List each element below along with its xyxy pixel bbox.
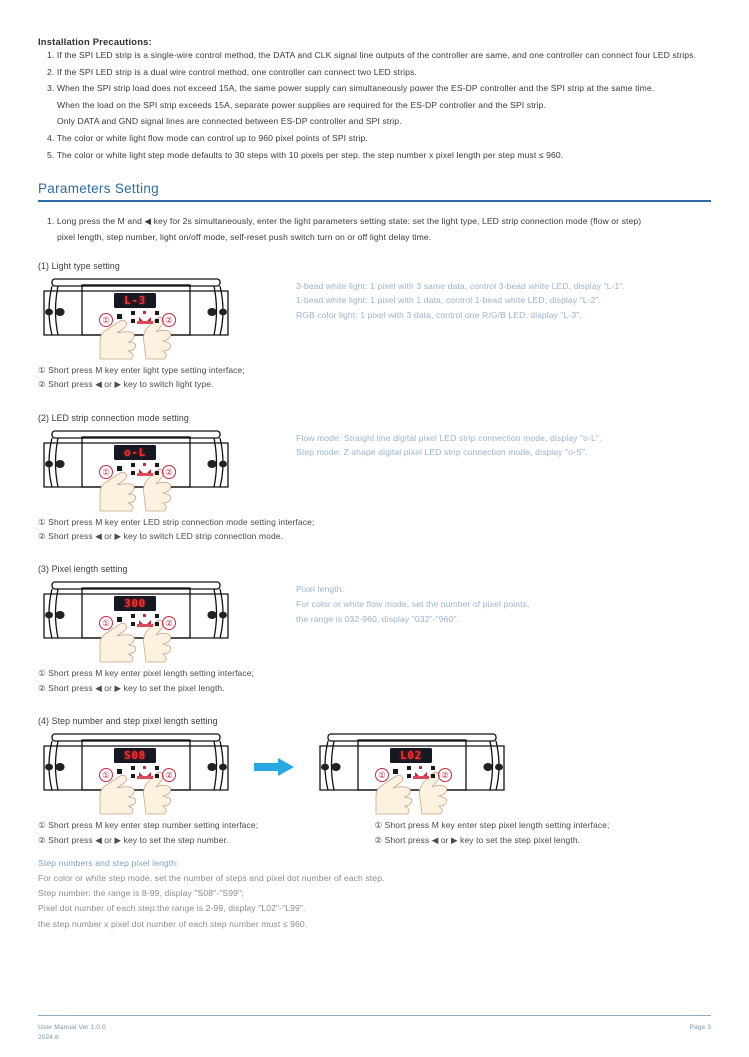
- led-display-2: o-L: [114, 444, 156, 460]
- subsection-2-heading: (2) LED strip connection mode setting: [38, 412, 189, 423]
- footer-version: User Manual Ver 1.0.0: [38, 1024, 106, 1031]
- m-key-button[interactable]: [117, 465, 122, 471]
- notes-line: Pixel dot number of each step:the range …: [38, 903, 306, 914]
- precautions-heading: Installation Precautions:: [38, 36, 152, 47]
- light-type-3bead: 3-bead white light: 1 pixel with 3 same …: [296, 280, 626, 291]
- transition-arrow-container: [234, 726, 314, 777]
- arrow-keys-pad[interactable]: [131, 310, 159, 327]
- flow-mode-desc: Flow mode: Straight line digital pixel L…: [296, 432, 602, 443]
- precautions-section: Installation Precautions: 1. If the SPI …: [38, 0, 711, 163]
- notes-title: Step numbers and step pixel length:: [38, 857, 179, 868]
- subsection-4-right-step-2: ② Short press ◀ or ▶ key to set the step…: [374, 834, 581, 845]
- section-divider: [38, 200, 711, 202]
- footer-page-number: Page 3: [689, 1024, 711, 1031]
- subsection-3-description: Pixel length: For color or white flow mo…: [234, 574, 529, 626]
- precaution-item: 4. The color or white light flow mode ca…: [47, 132, 368, 143]
- precaution-item: Only DATA and GND signal lines are conne…: [57, 116, 402, 127]
- pixel-length-line3: the range is 032-960, display "032"-"960…: [296, 613, 460, 624]
- precaution-item: 2. If the SPI LED strip is a dual wire c…: [47, 66, 417, 77]
- precaution-item: 1. If the SPI LED strip is a single-wire…: [47, 50, 697, 60]
- m-key-button[interactable]: [117, 313, 122, 319]
- precaution-item: 3. When the SPI strip load does not exce…: [47, 83, 655, 94]
- subsection-1-body: L-3 ① ② 3-bead white light: 1 pixel with…: [38, 271, 711, 363]
- marker-1: ①: [99, 312, 113, 327]
- subsection-3-heading: (3) Pixel length setting: [38, 564, 128, 575]
- led-display-1: L-3: [114, 292, 156, 308]
- pixel-length-line2: For color or white flow mode, set the nu…: [296, 598, 530, 609]
- subsection-3-step-2: ② Short press ◀ or ▶ key to set the pixe…: [38, 682, 225, 693]
- subsection-2-body: o-L ① ② Flow mode: Straight line digital…: [38, 423, 711, 515]
- footer-divider: [38, 1015, 711, 1016]
- pixel-length-title: Pixel length:: [296, 584, 345, 595]
- led-display-4-left: S08: [114, 748, 156, 764]
- m-key-button[interactable]: [117, 769, 122, 775]
- subsection-4-steps-right: ① Short press M key enter step pixel len…: [375, 818, 712, 847]
- notes-line: For color or white step mode, set the nu…: [38, 872, 385, 883]
- subsection-1-step-1: ① Short press M key enter light type set…: [38, 364, 245, 375]
- subsection-2-step-2: ② Short press ◀ or ▶ key to switch LED s…: [38, 530, 284, 541]
- precaution-item: 5. The color or white light step mode de…: [47, 149, 564, 160]
- controller-device-2: o-L ① ②: [38, 423, 234, 515]
- marker-1: ①: [99, 464, 113, 479]
- marker-2: ②: [162, 312, 176, 327]
- subsection-4-notes: Step numbers and step pixel length: For …: [38, 856, 711, 932]
- led-display-3: 300: [114, 596, 156, 612]
- subsection-1-step-2: ② Short press ◀ or ▶ key to switch light…: [38, 379, 214, 390]
- subsection-4-left-step-1: ① Short press M key enter step number se…: [38, 820, 259, 831]
- controller-device-1: L-3 ① ②: [38, 271, 234, 363]
- precaution-item: When the load on the SPI strip exceeds 1…: [57, 99, 546, 110]
- notes-line: Step number: the range is 8-99, display …: [38, 887, 244, 898]
- arrow-keys-pad[interactable]: [407, 766, 435, 782]
- subsection-2-step-1: ① Short press M key enter LED strip conn…: [38, 516, 315, 527]
- step-mode-desc: Step mode: Z-shape digital pixel LED str…: [296, 447, 588, 458]
- arrow-keys-pad[interactable]: [131, 614, 159, 630]
- subsection-1-description: 3-bead white light: 1 pixel with 3 same …: [234, 271, 625, 323]
- section-intro-line1: 1. Long press the M and ◀ key for 2s sim…: [47, 215, 642, 226]
- subsection-2-description: Flow mode: Straight line digital pixel L…: [234, 423, 601, 460]
- subsection-3-body: 300 ① ② Pixel length: For color or white…: [38, 574, 711, 666]
- controller-device-4-left: S08 ① ②: [38, 726, 234, 818]
- light-type-1bead: 1-bead white light: 1 pixel with 1 data,…: [296, 295, 602, 306]
- right-arrow-icon: [254, 758, 294, 777]
- controller-device-3: 300 ① ②: [38, 574, 234, 666]
- page-footer: User Manual Ver 1.0.0 2024.6 Page 3: [38, 1015, 711, 1043]
- manual-page: Installation Precautions: 1. If the SPI …: [0, 0, 749, 1057]
- subsection-4-body: S08 ① ② L02 ① ②: [38, 726, 711, 818]
- light-type-rgb: RGB color light: 1 pixel with 3 data, co…: [296, 309, 582, 320]
- m-key-button[interactable]: [117, 617, 122, 623]
- controller-device-4-right: L02 ① ②: [314, 726, 510, 818]
- subsection-4-heading: (4) Step number and step pixel length se…: [38, 716, 218, 727]
- subsection-4-right-step-1: ① Short press M key enter step pixel len…: [374, 820, 610, 831]
- arrow-keys-pad[interactable]: [131, 766, 159, 782]
- section-intro-line2: pixel length, step number, light on/off …: [57, 232, 432, 243]
- arrow-keys-pad[interactable]: [131, 462, 159, 479]
- subsection-4-steps-left: ① Short press M key enter step number se…: [38, 818, 375, 847]
- subsection-4-steps: ① Short press M key enter step number se…: [38, 818, 711, 847]
- subsection-3-step-1: ① Short press M key enter pixel length s…: [38, 668, 255, 679]
- footer-date: 2024.6: [38, 1034, 59, 1041]
- footer-left: User Manual Ver 1.0.0 2024.6: [38, 1023, 106, 1043]
- subsection-4-left-step-2: ② Short press ◀ or ▶ key to set the step…: [38, 834, 229, 845]
- led-display-4-right: L02: [390, 748, 432, 764]
- notes-line: the step number x pixel dot number of ea…: [38, 918, 308, 929]
- marker-2: ②: [162, 464, 176, 479]
- section-title: Parameters Setting: [38, 181, 159, 197]
- m-key-button[interactable]: [393, 769, 398, 775]
- subsection-1-heading: (1) Light type setting: [38, 260, 120, 271]
